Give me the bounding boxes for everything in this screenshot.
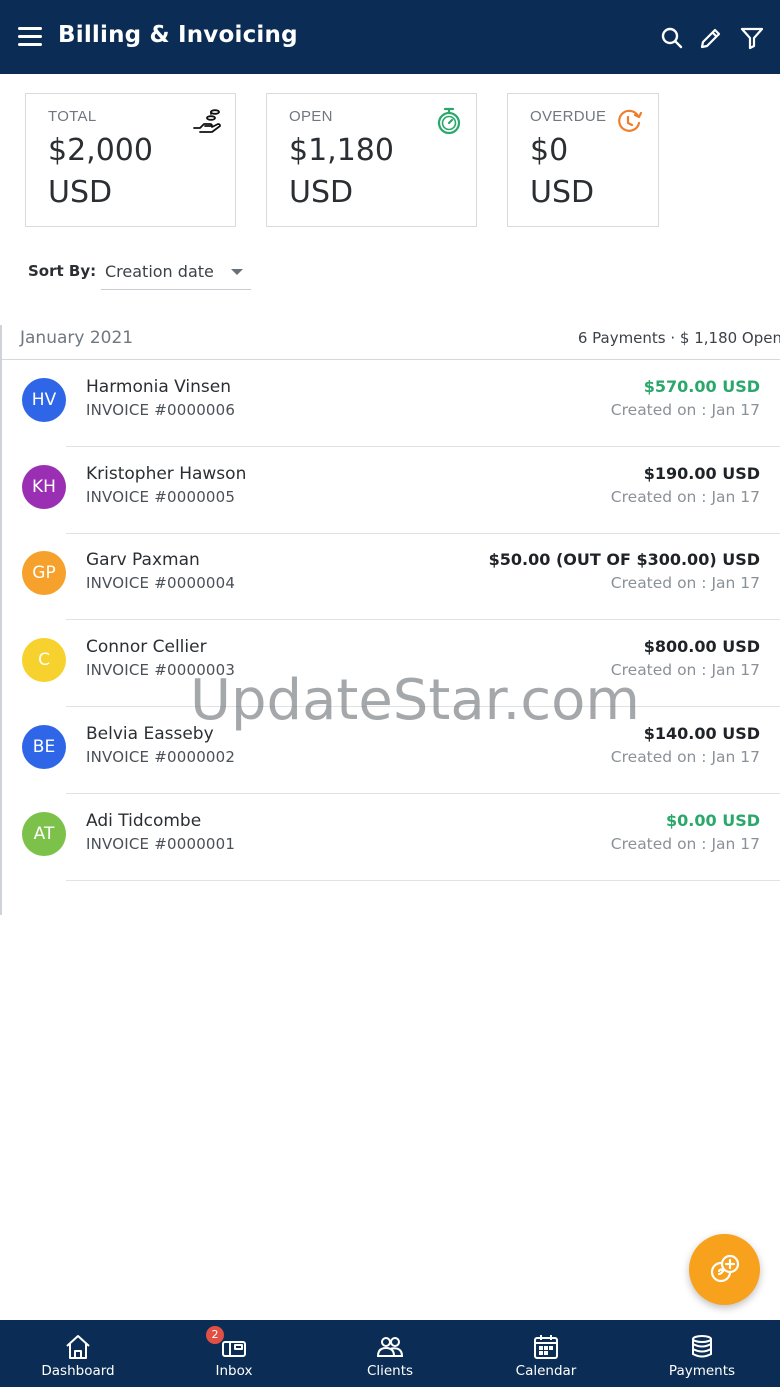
nav-tab-label: Clients (366, 1363, 414, 1379)
nav-tab-label: Calendar (515, 1363, 577, 1379)
avatar: BE (22, 724, 66, 769)
nav-tab-payments[interactable]: Payments (624, 1320, 780, 1387)
users-icon (376, 1337, 404, 1357)
invoice-amount: $50.00 (OUT OF $300.00) USD (488, 550, 760, 570)
group-month: January 2021 (20, 328, 134, 348)
invoice-row[interactable]: KH Kristopher Hawson INVOICE #0000005 $190.… (2, 447, 780, 534)
invoice-amount: $140.00 USD (643, 723, 760, 743)
card-currency: USD (530, 175, 595, 210)
client-name: Kristopher Hawson (86, 463, 247, 484)
created-date: Created on : Jan 17 (610, 487, 760, 506)
filter-icon[interactable] (740, 26, 764, 50)
edit-icon[interactable] (699, 26, 723, 50)
home-icon (66, 1335, 90, 1359)
add-payment-button[interactable] (689, 1234, 760, 1305)
client-name: Harmonia Vinsen (86, 377, 232, 397)
invoice-number: INVOICE #0000004 (86, 574, 236, 593)
card-label: TOTAL (48, 108, 97, 125)
nav-tab-calendar[interactable]: Calendar (468, 1320, 624, 1387)
invoice-amount: $0.00 USD (666, 810, 760, 830)
row-divider (66, 879, 780, 881)
invoice-number: INVOICE #0000005 (86, 487, 236, 506)
app-header: Billing & Invoicing (0, 0, 780, 74)
invoice-amount: $800.00 USD (643, 637, 760, 657)
created-date: Created on : Jan 17 (610, 834, 760, 853)
menu-icon[interactable] (18, 27, 42, 47)
coins-hand-icon (193, 109, 221, 133)
card-currency: USD (289, 175, 354, 210)
bottom-navigation: Dashboard Inbox Clients Calendar Payment… (0, 1320, 780, 1387)
sort-value: Creation date (105, 262, 214, 281)
invoice-row[interactable]: HV Harmonia Vinsen INVOICE #0000006 $570.00… (2, 360, 780, 447)
sort-label: Sort By: (28, 262, 97, 280)
card-label: OPEN (289, 108, 333, 125)
avatar: GP (22, 551, 66, 596)
calendar-icon (534, 1335, 558, 1359)
invoice-row[interactable]: GP Garv Paxman INVOICE #0000004 $50.00 (OUT… (2, 533, 780, 621)
nav-tab-label: Inbox (215, 1363, 253, 1379)
invoice-amount: $190.00 USD (643, 463, 760, 483)
card-label: OVERDUE (530, 108, 607, 125)
group-summary: 6 Payments · $ 1,180 Open (577, 329, 780, 347)
nav-tab-clients[interactable]: Clients (312, 1320, 468, 1387)
add-payment-icon (710, 1254, 740, 1283)
nav-tab-dashboard[interactable]: Dashboard (0, 1320, 156, 1387)
client-name: Adi Tidcombe (86, 810, 202, 831)
client-name: Garv Paxman (86, 550, 200, 571)
search-icon[interactable] (660, 26, 684, 50)
watermark: UpdateStar.com (190, 668, 640, 733)
summary-card-total: TOTAL $2,000 USD (25, 93, 236, 227)
overdue-clock-icon (618, 109, 643, 132)
sort-select[interactable]: Creation date (101, 256, 251, 290)
summary-card-open: OPEN $1,180 USD (266, 93, 477, 227)
card-amount: $0 (530, 133, 569, 168)
invoice-row[interactable]: AT Adi Tidcombe INVOICE #0000001 $0.00 USD C… (2, 794, 780, 881)
card-amount: $2,000 (48, 133, 153, 168)
summary-card-overdue: OVERDUE $0 USD (507, 93, 659, 227)
created-date: Created on : Jan 17 (610, 574, 760, 593)
mailbox-icon (222, 1341, 246, 1357)
invoice-number: INVOICE #0000006 (86, 401, 236, 419)
avatar: KH (22, 464, 66, 509)
stopwatch-icon (437, 107, 461, 135)
chevron-down-icon (231, 269, 243, 275)
card-currency: USD (48, 175, 113, 210)
avatar: AT (22, 811, 66, 856)
month-group-header: January 2021 6 Payments · $ 1,180 Open (2, 325, 780, 360)
nav-tab-label: Payments (668, 1363, 736, 1379)
created-date: Created on : Jan 17 (610, 401, 760, 419)
nav-tab-inbox[interactable]: Inbox (156, 1320, 312, 1387)
sort-control: Sort By: Creation date (28, 262, 251, 290)
client-name: Connor Cellier (86, 637, 207, 658)
invoice-list: January 2021 6 Payments · $ 1,180 Open H… (0, 325, 780, 915)
invoice-number: INVOICE #0000002 (86, 747, 236, 766)
avatar: HV (22, 378, 66, 422)
avatar: C (22, 638, 66, 683)
nav-tab-label: Dashboard (41, 1363, 115, 1379)
coins-stack-icon (692, 1335, 712, 1358)
inbox-badge: 2 (206, 1326, 224, 1344)
invoice-number: INVOICE #0000001 (86, 834, 236, 853)
page-title: Billing & Invoicing (58, 22, 298, 48)
invoice-amount: $570.00 USD (643, 377, 760, 396)
card-amount: $1,180 (289, 133, 394, 168)
created-date: Created on : Jan 17 (610, 747, 760, 766)
